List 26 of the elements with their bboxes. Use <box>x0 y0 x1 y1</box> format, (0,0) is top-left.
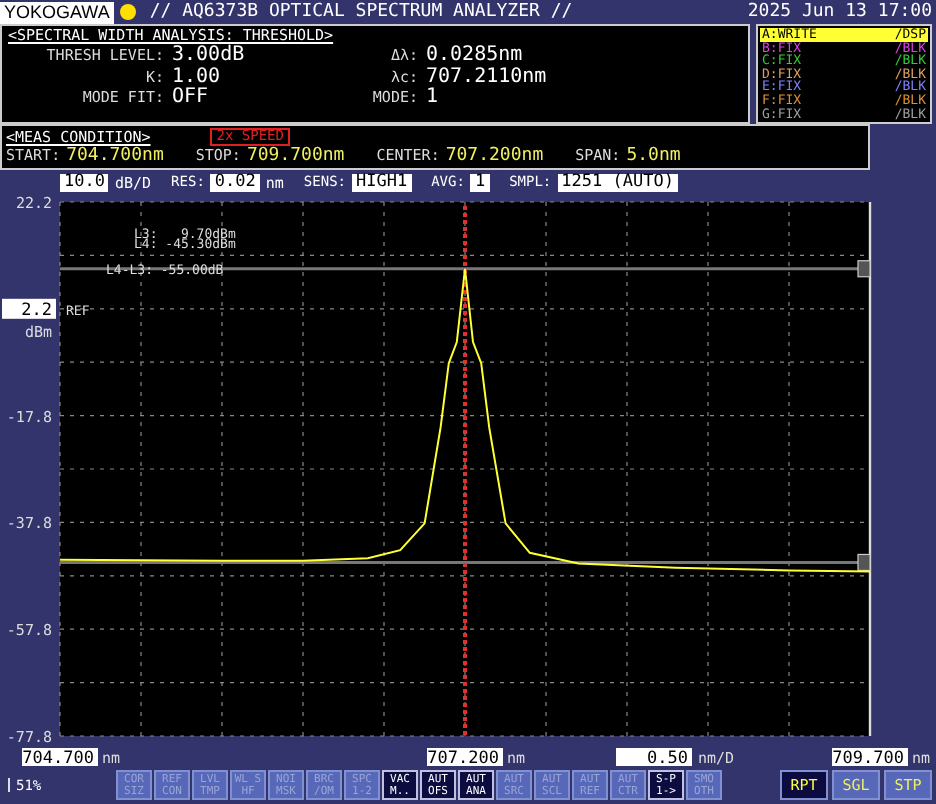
field-value: 3.00dB <box>172 46 245 67</box>
axis-label[interactable]: 709.700 <box>832 748 908 768</box>
field-value: OFF <box>172 88 209 109</box>
date-time: 2025 Jun 13 17:00 <box>747 2 932 22</box>
field-value: 0.0285nm <box>426 46 523 67</box>
field-value: 1.00 <box>172 67 221 87</box>
field-value: 5.0nm <box>626 146 681 167</box>
status-dot-icon <box>119 4 136 20</box>
setting-field[interactable]: HIGH1 <box>352 173 412 191</box>
marker-flag-icon <box>857 260 871 278</box>
field-value: 707.2110nm <box>426 67 547 87</box>
axis-label[interactable]: 704.700 <box>22 748 98 768</box>
scale-field[interactable]: 0.50 <box>616 748 692 768</box>
ref-level-field[interactable]: 2.2 <box>2 298 56 321</box>
setting-field[interactable]: 1 <box>470 173 490 191</box>
setting-field[interactable]: 1251 (AUTO) <box>557 173 678 191</box>
setting-field[interactable]: 0.02 <box>210 173 260 191</box>
marker-flag-icon <box>857 553 871 572</box>
field-value: 1 <box>426 88 439 109</box>
field-value: 707.200nm <box>445 146 544 167</box>
field-value: 709.700nm <box>246 146 345 167</box>
field-value: 704.700nm <box>66 146 164 167</box>
brand-logo: YOKOGAWA <box>0 1 114 23</box>
setting-field[interactable]: 10.0 <box>60 173 109 191</box>
window-title: // AQ6373B OPTICAL SPECTRUM ANALYZER // <box>149 2 573 22</box>
axis-label[interactable]: 707.200 <box>427 748 503 768</box>
